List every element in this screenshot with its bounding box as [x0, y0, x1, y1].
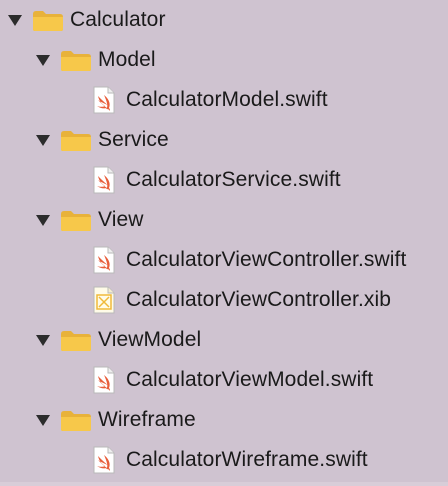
tree-item-label: Service [98, 128, 169, 151]
tree-row-file[interactable]: CalculatorWireframe.swift [0, 440, 448, 480]
tree-row-viewmodel[interactable]: ViewModel [0, 320, 448, 360]
disclosure-triangle-icon[interactable] [36, 335, 50, 346]
tree-row-file[interactable]: CalculatorViewController.xib [0, 280, 448, 320]
tree-row-file[interactable]: CalculatorService.swift [0, 160, 448, 200]
tree-item-label: CalculatorWireframe.swift [126, 448, 368, 471]
disclosure-triangle-icon[interactable] [36, 215, 50, 226]
disclosure-triangle-icon[interactable] [8, 15, 22, 26]
tree-row-model[interactable]: Model [0, 40, 448, 80]
folder-icon [60, 210, 92, 237]
swift-file-icon [93, 366, 115, 399]
tree-item-label: CalculatorViewController.xib [126, 288, 392, 311]
project-navigator: Calculator Model CalculatorModel.swift S… [0, 0, 448, 486]
divider [0, 482, 448, 486]
tree-item-label: Model [98, 48, 156, 71]
tree-item-label: CalculatorViewModel.swift [126, 368, 374, 391]
swift-file-icon [93, 166, 115, 199]
tree-item-label: Wireframe [98, 408, 196, 431]
tree-row-file[interactable]: CalculatorViewModel.swift [0, 360, 448, 400]
disclosure-triangle-icon[interactable] [36, 135, 50, 146]
swift-file-icon [93, 246, 115, 279]
swift-file-icon [93, 86, 115, 119]
tree-item-label: Calculator [70, 8, 166, 31]
tree-row-calculator[interactable]: Calculator [0, 0, 448, 40]
tree-row-service[interactable]: Service [0, 120, 448, 160]
folder-icon [32, 10, 64, 37]
tree-item-label: CalculatorViewController.swift [126, 248, 407, 271]
swift-file-icon [93, 446, 115, 479]
tree-item-label: View [98, 208, 144, 231]
xib-file-icon [93, 286, 115, 319]
tree-item-label: ViewModel [98, 328, 202, 351]
disclosure-triangle-icon[interactable] [36, 415, 50, 426]
tree-row-view[interactable]: View [0, 200, 448, 240]
tree-item-label: CalculatorService.swift [126, 168, 341, 191]
folder-icon [60, 50, 92, 77]
folder-icon [60, 410, 92, 437]
tree-row-file[interactable]: CalculatorViewController.swift [0, 240, 448, 280]
tree-row-file[interactable]: CalculatorModel.swift [0, 80, 448, 120]
tree-item-label: CalculatorModel.swift [126, 88, 328, 111]
disclosure-triangle-icon[interactable] [36, 55, 50, 66]
folder-icon [60, 130, 92, 157]
tree-row-wireframe[interactable]: Wireframe [0, 400, 448, 440]
folder-icon [60, 330, 92, 357]
